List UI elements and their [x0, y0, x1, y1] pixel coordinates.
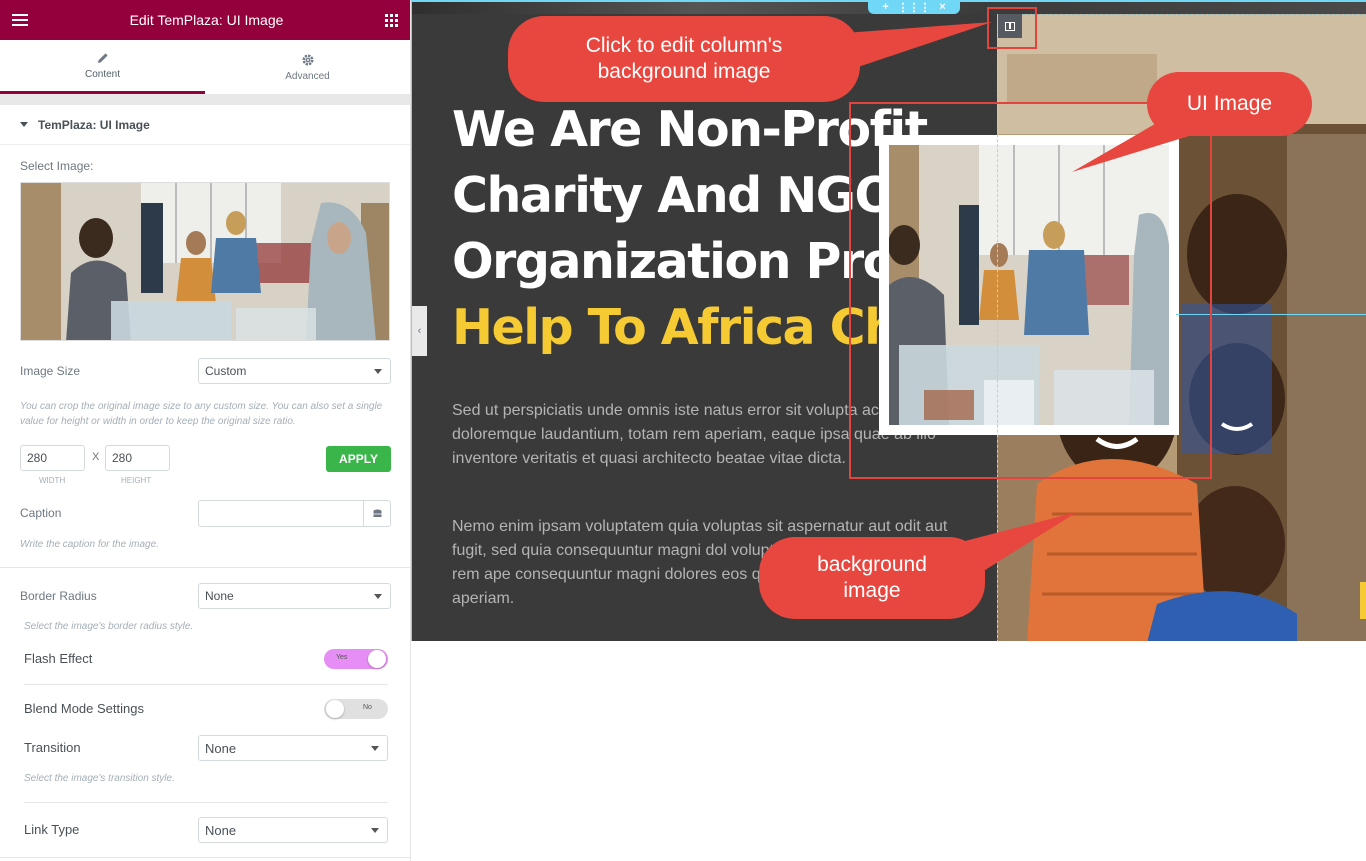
callout-pointer [1072, 117, 1202, 172]
drag-section-handle[interactable]: ⋮⋮⋮ [897, 2, 930, 14]
section-title: TemPlaza: UI Image [38, 117, 150, 132]
side-badge[interactable] [1360, 582, 1366, 619]
size-separator: X [92, 451, 100, 463]
transition-value: None [205, 740, 237, 756]
callout-column-text: Click to edit column's background image [585, 34, 783, 83]
section-toggle[interactable]: TemPlaza: UI Image [0, 105, 410, 145]
transition-select[interactable]: None [198, 735, 388, 761]
divider [24, 802, 388, 803]
blend-mode-state: No [363, 704, 372, 711]
border-radius-label: Border Radius [20, 589, 97, 603]
border-radius-hint: Select the image's border radius style. [24, 621, 194, 632]
chevron-down-icon [371, 746, 379, 751]
panel-tabs: Content Advanced [0, 40, 410, 95]
height-input[interactable]: 280 [105, 445, 170, 471]
callout-pointer [942, 512, 1077, 572]
panel-title: Edit TemPlaza: UI Image [129, 12, 284, 28]
pencil-icon [97, 53, 108, 63]
height-caption: HEIGHT [121, 476, 152, 485]
select-image-label: Select Image: [20, 159, 94, 173]
apply-button[interactable]: APPLY [326, 446, 391, 472]
tab-content[interactable]: Content [0, 40, 205, 94]
link-type-value: None [205, 822, 237, 838]
caption-label: Caption [20, 506, 62, 520]
link-type-label: Link Type [24, 822, 80, 837]
width-caption: WIDTH [39, 476, 66, 485]
caret-down-icon [20, 122, 28, 127]
add-section-button[interactable]: + [882, 2, 888, 13]
flash-effect-toggle[interactable]: Yes [324, 649, 388, 669]
column-icon [1005, 21, 1015, 31]
image-size-value: Custom [205, 364, 247, 378]
volunteers-photo [21, 183, 389, 340]
tab-advanced[interactable]: Advanced [205, 40, 410, 94]
flash-effect-state: Yes [336, 654, 348, 661]
caption-hint: Write the caption for the image. [20, 539, 159, 550]
toggle-knob [326, 700, 344, 718]
column-outline [1012, 14, 1366, 15]
callout-pointer [832, 22, 992, 69]
chevron-left-icon: ‹ [417, 325, 422, 337]
widgets-grid-icon[interactable] [385, 13, 398, 27]
transition-hint: Select the image's transition style. [24, 773, 175, 784]
divider [0, 567, 410, 568]
tab-divider [0, 95, 410, 105]
editor-canvas: We Are Non-Profit Charity And NGO Organi… [411, 0, 1366, 861]
page-preview: We Are Non-Profit Charity And NGO Organi… [411, 0, 1366, 641]
caption-input[interactable] [198, 500, 391, 527]
chevron-down-icon [374, 369, 382, 374]
image-size-hint: You can crop the original image size to … [20, 401, 383, 427]
section-controls: + ⋮⋮⋮ × [868, 2, 960, 14]
image-size-select[interactable]: Custom [198, 358, 391, 384]
callout-column-background: Click to edit column's background image [508, 16, 860, 102]
toggle-knob [368, 650, 386, 668]
image-size-label: Image Size [20, 364, 81, 378]
link-type-select[interactable]: None [198, 817, 388, 843]
collapse-panel-button[interactable]: ‹ [412, 306, 427, 356]
tab-content-label: Content [84, 69, 121, 80]
transition-label: Transition [24, 740, 81, 755]
tab-advanced-label: Advanced [285, 70, 330, 82]
callout-background-text: background image [817, 553, 927, 602]
flash-effect-label: Flash Effect [24, 651, 93, 666]
width-input[interactable]: 280 [20, 445, 85, 471]
divider [24, 684, 388, 685]
menu-icon[interactable] [12, 11, 28, 29]
border-radius-select[interactable]: None [198, 583, 391, 609]
editor-panel: Edit TemPlaza: UI Image Content Advanced… [0, 0, 411, 861]
chevron-down-icon [374, 594, 382, 599]
image-picker-thumbnail[interactable] [20, 182, 390, 341]
blend-mode-toggle[interactable]: No [324, 699, 388, 719]
chevron-down-icon [371, 828, 379, 833]
delete-section-button[interactable]: × [939, 2, 945, 13]
divider [0, 857, 410, 858]
border-radius-value: None [205, 589, 234, 603]
panel-header: Edit TemPlaza: UI Image [0, 0, 410, 40]
blend-mode-label: Blend Mode Settings [24, 701, 144, 716]
dynamic-tags-icon[interactable] [363, 501, 390, 526]
gear-icon [302, 54, 313, 65]
